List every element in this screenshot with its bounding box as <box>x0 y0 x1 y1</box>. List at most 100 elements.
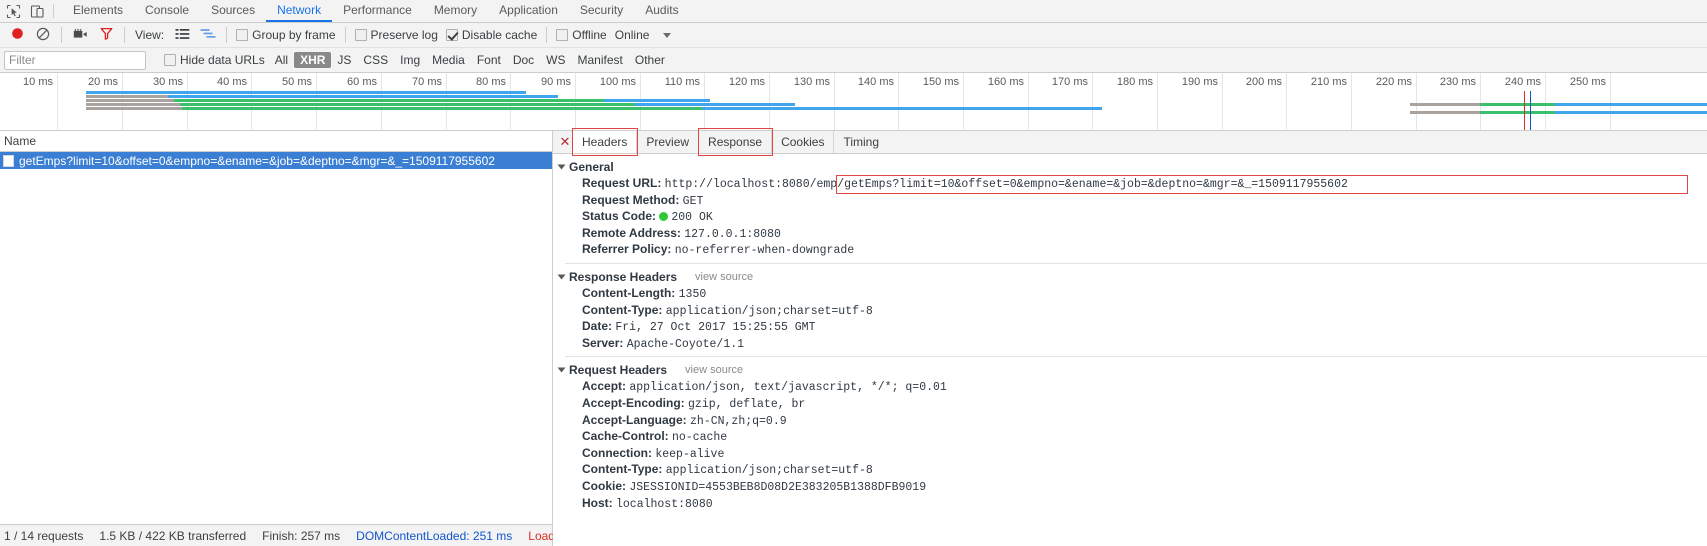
detail-tab-headers[interactable]: Headers <box>573 131 638 153</box>
headers-content: General Request URL: http://localhost:808… <box>553 154 1707 546</box>
tab-application[interactable]: Application <box>488 0 569 22</box>
header-name: Cache-Control: <box>582 429 672 444</box>
view-source-link[interactable]: view source <box>695 271 753 283</box>
triangle-expanded-icon <box>557 274 566 280</box>
timeline-tick-label: 10 ms <box>23 76 53 88</box>
header-row: Remote Address: 127.0.0.1:8080 <box>559 226 1707 243</box>
filter-type-ws[interactable]: WS <box>540 52 571 68</box>
device-toolbar-icon[interactable] <box>30 4 45 19</box>
tab-label: Network <box>277 3 322 17</box>
timeline-request-band <box>1480 111 1555 114</box>
header-value: application/json, text/javascript, */*; … <box>629 381 947 395</box>
record-button[interactable] <box>4 23 30 47</box>
tab-sources[interactable]: Sources <box>200 0 266 22</box>
header-value: 1350 <box>678 287 707 301</box>
filter-type-all[interactable]: All <box>269 52 294 68</box>
filter-input[interactable] <box>4 50 146 70</box>
tab-network[interactable]: Network <box>266 0 333 22</box>
detail-tab-timing[interactable]: Timing <box>834 131 888 153</box>
filter-type-font[interactable]: Font <box>471 52 507 68</box>
tabbar-left-icons <box>0 0 51 22</box>
detail-tab-preview[interactable]: Preview <box>637 131 700 153</box>
detail-tab-response[interactable]: Response <box>699 131 773 153</box>
throttling-select[interactable]: Online <box>611 28 654 42</box>
triangle-expanded-icon <box>557 367 566 373</box>
capture-screenshots-button[interactable] <box>67 23 93 47</box>
section-header-response-headers[interactable]: Response Headers view source <box>557 268 1707 286</box>
tab-label: Sources <box>211 3 256 17</box>
tab-label: Audits <box>645 3 679 17</box>
header-value: 127.0.0.1:8080 <box>684 227 781 241</box>
header-value: application/json;charset=utf-8 <box>665 464 873 478</box>
hide-data-urls-checkbox[interactable]: Hide data URLs <box>160 53 269 67</box>
timeline-tick-label: 140 ms <box>857 76 894 88</box>
request-list-item[interactable]: getEmps?limit=10&offset=0&empno=&ename=&… <box>0 152 552 169</box>
xhr-document-icon <box>3 154 14 167</box>
filter-type-manifest[interactable]: Manifest <box>572 52 629 68</box>
timeline-tick-label: 220 ms <box>1375 76 1412 88</box>
tab-audits[interactable]: Audits <box>634 0 689 22</box>
filter-type-img[interactable]: Img <box>394 52 426 68</box>
capture-screenshots-icon <box>73 28 88 43</box>
filter-type-doc[interactable]: Doc <box>507 52 540 68</box>
header-name: Remote Address: <box>582 225 685 240</box>
group-by-frame-checkbox[interactable]: Group by frame <box>232 28 339 42</box>
checkbox-box <box>354 29 367 41</box>
section-header-request-headers[interactable]: Request Headers view source <box>557 361 1707 379</box>
section-title-label: General <box>569 160 614 174</box>
header-value: JSESSIONID=4553BEB8D08D2E383205B1388DFB9… <box>629 480 927 494</box>
filter-type-media[interactable]: Media <box>426 52 471 68</box>
close-icon[interactable]: ✕ <box>557 131 573 153</box>
timeline-tick <box>963 73 964 130</box>
clear-button[interactable] <box>30 23 56 47</box>
timeline-request-band <box>1410 111 1480 114</box>
tab-console[interactable]: Console <box>134 0 200 22</box>
preserve-log-checkbox[interactable]: Preserve log <box>351 28 442 42</box>
column-header-name[interactable]: Name <box>4 134 36 148</box>
inspect-element-icon[interactable] <box>6 4 21 19</box>
timeline-tick <box>1351 73 1352 130</box>
timeline-tick <box>1610 73 1611 130</box>
timeline-tick-label: 110 ms <box>664 76 700 88</box>
waterfall-view-button[interactable] <box>195 23 221 47</box>
section-header-general[interactable]: General <box>557 158 1707 176</box>
timeline-request-band <box>86 103 180 106</box>
filter-button[interactable] <box>93 23 119 47</box>
header-value: http://localhost:8080/emp/getEmps?limit=… <box>664 178 1348 191</box>
header-row: Server: Apache-Coyote/1.1 <box>559 336 1707 353</box>
filter-type-js[interactable]: JS <box>331 52 357 68</box>
timeline-tick-label: 160 ms <box>987 76 1024 88</box>
filter-type-other[interactable]: Other <box>629 52 671 68</box>
network-filter-bar: Hide data URLs All XHR JS CSS Img Media … <box>0 48 1707 73</box>
checkbox-box <box>236 29 249 41</box>
detail-tab-cookies[interactable]: Cookies <box>772 131 835 153</box>
detail-tab-label: Preview <box>646 135 690 149</box>
header-row: Content-Length: 1350 <box>559 286 1707 303</box>
tab-security[interactable]: Security <box>569 0 634 22</box>
tab-performance[interactable]: Performance <box>332 0 423 22</box>
header-name: Status Code: <box>582 209 660 224</box>
filter-type-css[interactable]: CSS <box>357 52 394 68</box>
tabbar-divider <box>53 4 54 18</box>
header-name: Content-Type: <box>582 302 666 317</box>
timeline-request-band <box>1555 111 1707 114</box>
tab-elements[interactable]: Elements <box>62 0 134 22</box>
requests-table-header: Name <box>0 131 552 152</box>
chevron-down-icon[interactable] <box>663 32 672 38</box>
timeline-request-band <box>86 91 526 94</box>
detail-tab-label: Timing <box>843 135 880 149</box>
view-source-link[interactable]: view source <box>685 364 743 376</box>
view-label: View: <box>135 28 165 42</box>
network-split-view: Name getEmps?limit=10&offset=0&empno=&en… <box>0 128 1707 546</box>
status-requests: 1 / 14 requests <box>4 528 84 543</box>
disable-cache-checkbox[interactable]: Disable cache <box>442 28 541 42</box>
tab-label: Application <box>499 3 558 17</box>
status-finish: Finish: 257 ms <box>262 528 341 543</box>
offline-checkbox[interactable]: Offline <box>552 28 610 42</box>
list-view-button[interactable] <box>169 23 195 47</box>
filter-type-xhr[interactable]: XHR <box>294 52 332 68</box>
tab-memory[interactable]: Memory <box>423 0 488 22</box>
header-name: Accept-Language: <box>582 412 691 427</box>
tab-label: Security <box>579 3 624 17</box>
network-overview-timeline[interactable]: 10 ms 20 ms 30 ms 40 ms 50 ms 60 ms 70 ms 80 ms… <box>0 73 1707 131</box>
